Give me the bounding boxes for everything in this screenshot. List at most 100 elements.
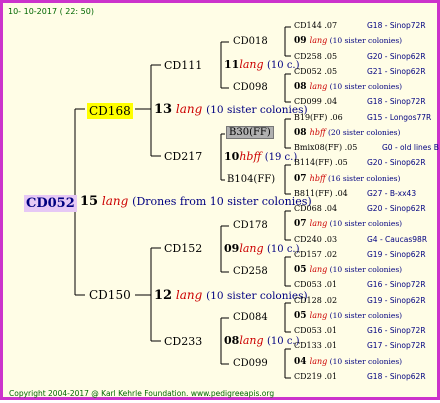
gen3-node-1[interactable]: CD018	[233, 37, 268, 47]
gen1-mating-info-2: 12 lang (10 sister colonies)	[154, 288, 308, 303]
gen3-node-6[interactable]: CD258	[233, 267, 268, 277]
gen4-line-ref: G18 - Sinop62R	[367, 371, 426, 381]
gen4-mating-note: 07 hbff (16 sister colonies)	[294, 173, 401, 184]
root-name[interactable]: CD052	[24, 195, 77, 212]
gen4-queen-row: CD053 .01 G16 - Sinop72R	[294, 280, 426, 289]
gen4-inbreeding: .01	[321, 341, 338, 351]
gen4-inbreeding: .04	[321, 97, 338, 107]
gen4-line-ref: G27 - B-xx43	[367, 188, 417, 198]
gen4-name[interactable]: CD133	[294, 341, 322, 350]
gen2-node-1[interactable]: CD111	[164, 60, 202, 71]
gen4-name[interactable]: CD144	[294, 21, 322, 30]
gen3-node-2[interactable]: CD098	[233, 83, 268, 93]
gen4-queen-row: CD128 .02 G19 - Sinop62R	[294, 296, 426, 305]
gen4-note-info: (10 sister colonies)	[327, 219, 403, 229]
gen4-note-lang: lang	[309, 219, 328, 229]
gen4-line-ref: G20 - Sinop62R	[367, 204, 426, 213]
gen4-queen-row: B811(FF) .04 G27 - B-xx43	[294, 188, 416, 198]
gen4-name[interactable]: CD053	[294, 326, 322, 335]
gen4-name[interactable]: Bmix08(FF)	[294, 143, 342, 152]
gen1-name-1[interactable]: CD168	[87, 103, 133, 119]
gen4-note-info: (10 sister colonies)	[327, 36, 403, 46]
root-node[interactable]: CD052	[24, 194, 77, 212]
gen4-inbreeding: .03	[321, 234, 338, 244]
gen2-node-4[interactable]: CD233	[164, 336, 202, 347]
gen4-mating-note: 05 lang (10 sister colonies)	[294, 310, 403, 321]
gen2-mating-info-1: 11lang (10 c.)	[224, 58, 300, 71]
gen4-queen-row: CD068 .04 G20 - Sinop62R	[294, 204, 426, 213]
gen4-queen-row: CD219 .01 G18 - Sinop62R	[294, 371, 426, 381]
gen1-node-1[interactable]: CD168	[87, 102, 133, 119]
gen4-queen-row: CD052 .05 G21 - Sinop62R	[294, 67, 426, 76]
gen4-name[interactable]: CD052	[294, 67, 322, 76]
gen4-note-lang: lang	[309, 265, 328, 274]
gen4-name[interactable]: CD128	[294, 296, 322, 305]
gen4-inbreeding: .06	[327, 112, 343, 122]
gen4-mating-note: 05 lang (10 sister colonies)	[294, 266, 402, 275]
gen4-inbreeding: .04	[321, 204, 338, 213]
gen4-line-ref: G19 - Sinop62R	[367, 295, 426, 305]
gen1-node-2[interactable]: CD150	[89, 289, 131, 301]
gen4-line-ref: G18 - Sinop72R	[367, 97, 426, 107]
gen4-queen-row: B19(FF) .06 G15 - Longos77R	[294, 112, 431, 122]
gen4-line-ref: G20 - Sinop62R	[367, 158, 426, 168]
gen4-note-lang: lang	[309, 310, 328, 320]
gen4-name[interactable]: CD068	[294, 204, 322, 213]
gen4-name[interactable]: CD157	[294, 250, 322, 259]
gen4-note-info: (10 sister colonies)	[327, 310, 403, 320]
gen4-inbreeding: .04	[332, 188, 348, 198]
gen4-note-count: 05	[294, 310, 310, 321]
gen4-name[interactable]: B114(FF)	[294, 158, 333, 167]
gen2-node-2[interactable]: CD217	[164, 151, 202, 162]
gen4-mating-note: 09 lang (10 sister colonies)	[294, 37, 402, 46]
gen4-mating-note: 08 lang (10 sister colonies)	[294, 83, 402, 92]
gen4-line-ref: G19 - Sinop62R	[367, 249, 426, 259]
gen4-queen-row: CD099 .04 G18 - Sinop72R	[294, 97, 426, 107]
gen4-line-ref: G0 - old lines B	[382, 143, 439, 152]
gen4-mating-note: 07 lang (10 sister colonies)	[294, 220, 402, 229]
gen4-line-ref: G15 - Longos77R	[367, 112, 432, 122]
gen4-note-count: 07	[294, 173, 310, 184]
gen4-name[interactable]: B811(FF)	[294, 189, 333, 198]
root-mating-info: 15 lang (Drones from 10 sister colonies)	[80, 195, 312, 208]
gen4-name[interactable]: CD258	[294, 52, 322, 61]
gen2-mating-info-4: 08lang (10 c.)	[224, 334, 300, 347]
gen4-queen-row: CD133 .01 G17 - Sinop72R	[294, 341, 426, 351]
gen4-note-lang: hbff	[309, 173, 326, 183]
gen4-name[interactable]: CD099	[294, 97, 322, 106]
gen2-node-3[interactable]: CD152	[164, 243, 202, 254]
gen4-line-ref: G20 - Sinop62R	[367, 51, 426, 61]
gen1-mating-info-1: 13 lang (10 sister colonies)	[154, 102, 308, 117]
gen4-name[interactable]: CD240	[294, 235, 322, 244]
gen4-inbreeding: .05	[342, 143, 358, 152]
gen3-node-4[interactable]: B104(FF)	[227, 175, 275, 185]
gen4-queen-row: CD258 .05 G20 - Sinop62R	[294, 51, 426, 61]
gen4-name[interactable]: B19(FF)	[294, 113, 327, 122]
gen4-note-lang: lang	[309, 356, 328, 366]
gen4-note-info: (16 sister colonies)	[325, 173, 401, 183]
root-count: 15	[80, 194, 99, 209]
gen3-node-7[interactable]: CD084	[233, 313, 268, 323]
gen4-name[interactable]: CD053	[294, 280, 322, 289]
gen4-name[interactable]: CD219	[294, 372, 322, 381]
gen4-queen-row: B114(FF) .05 G20 - Sinop62R	[294, 158, 426, 168]
gen4-inbreeding: .07	[321, 21, 338, 30]
gen4-note-count: 08	[294, 82, 310, 92]
gen4-line-ref: G16 - Sinop72R	[367, 326, 426, 335]
gen4-inbreeding: .01	[321, 371, 338, 381]
gen3-node-8[interactable]: CD099	[233, 359, 268, 369]
gen4-inbreeding: .05	[321, 51, 338, 61]
gen3-node-3[interactable]: B30(FF)	[226, 126, 274, 139]
copyright-footer: Copyright 2004-2017 @ Karl Kehrle Founda…	[9, 389, 275, 398]
gen4-note-count: 09	[294, 36, 310, 47]
gen4-inbreeding: .01	[321, 326, 338, 335]
pedigree-frame: 10- 10-2017 ( 22: 50) CD052 15 lang (Dro…	[0, 0, 440, 400]
gen4-line-ref: G21 - Sinop62R	[367, 66, 426, 76]
gen4-inbreeding: .05	[332, 158, 348, 168]
gen4-note-count: 08	[294, 127, 310, 138]
gen4-line-ref: G16 - Sinop72R	[367, 280, 426, 290]
gen3-node-5[interactable]: CD178	[233, 221, 268, 231]
gen2-mating-info-3: 09lang (10 c.)	[224, 242, 300, 255]
gen4-note-lang: lang	[309, 82, 328, 91]
gen4-note-count: 04	[294, 356, 310, 367]
